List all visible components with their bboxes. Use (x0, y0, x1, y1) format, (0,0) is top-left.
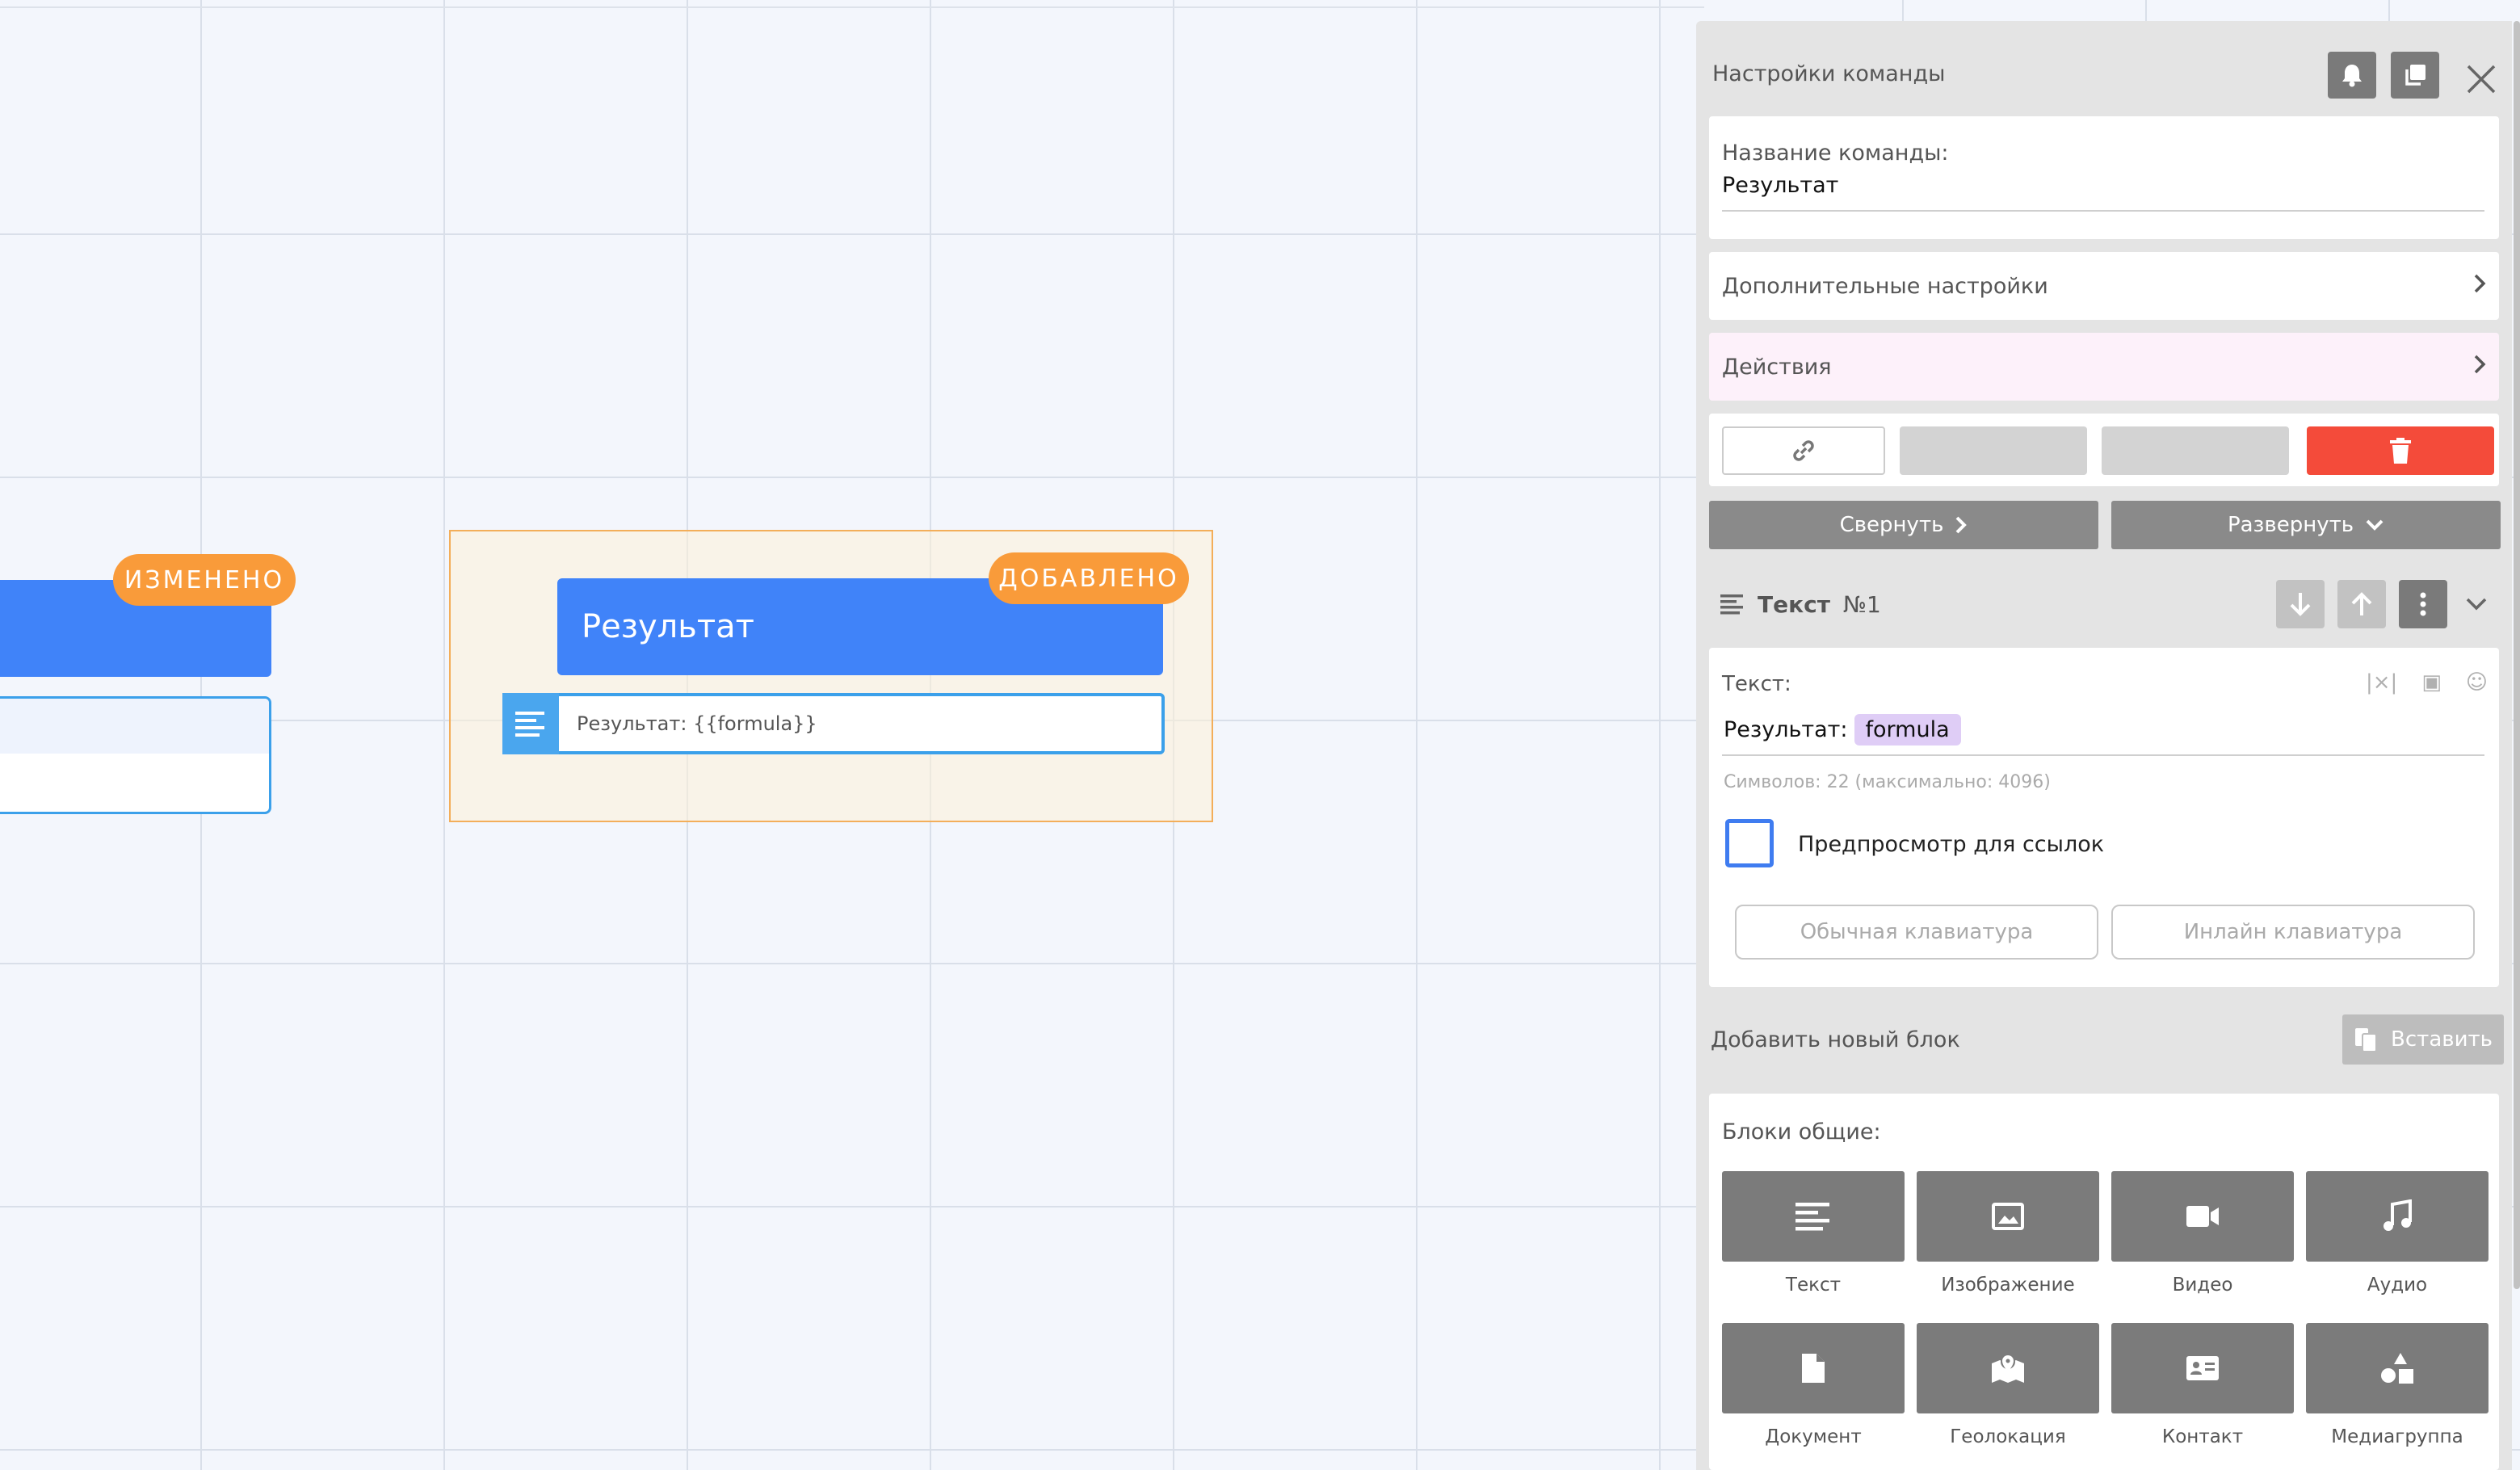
link-icon (1793, 440, 1814, 461)
move-up-button[interactable] (2337, 580, 2386, 628)
block-tile-mediagroup[interactable]: Медиагруппа (2306, 1323, 2488, 1447)
input-underline (1722, 210, 2484, 212)
contact-icon (2111, 1323, 2294, 1413)
chevron-down-icon (2366, 519, 2384, 531)
collapse-button[interactable]: Свернуть (1709, 501, 2098, 549)
emoji-icon[interactable]: ☺ (2466, 670, 2488, 695)
text-input[interactable]: Результат: formula (1724, 714, 1961, 746)
block-tile-location[interactable]: Геолокация (1917, 1323, 2099, 1447)
chevron-down-icon (2466, 598, 2487, 611)
canvas-top-border (0, 6, 1704, 8)
close-panel-button[interactable] (2459, 57, 2504, 102)
variable-icon[interactable]: |×| (2366, 670, 2397, 695)
block-tile-text[interactable]: Текст (1722, 1171, 1905, 1296)
normal-keyboard-button[interactable]: Обычная клавиатура (1735, 905, 2098, 960)
added-badge: ДОБАВЛЕНО (989, 552, 1189, 604)
link-button[interactable] (1722, 426, 1885, 475)
copy-button[interactable] (2391, 52, 2439, 99)
block-type-label: Текст (1758, 590, 1830, 618)
block-tile-label: Изображение (1941, 1275, 2075, 1296)
extra-settings-row[interactable]: Дополнительные настройки (1709, 252, 2499, 320)
common-blocks-card: Блоки общие: Текст Изображение Видео Ауд… (1709, 1094, 2499, 1470)
chevron-right-icon (2473, 272, 2486, 300)
image-icon (1917, 1171, 2099, 1262)
map-icon (1917, 1323, 2099, 1413)
chevron-right-icon (2473, 353, 2486, 381)
arrow-up-icon (2351, 592, 2372, 615)
common-blocks-label: Блоки общие: (1722, 1119, 1881, 1144)
expand-label: Развернуть (2227, 513, 2354, 537)
chevron-right-icon (1956, 516, 1968, 534)
added-node-text: Результат: {{formula}} (559, 693, 1165, 754)
paste-button[interactable]: Вставить (2342, 1014, 2504, 1065)
expand-button[interactable]: Развернуть (2111, 501, 2501, 549)
arrow-down-icon (2290, 593, 2311, 616)
inline-keyboard-button[interactable]: Инлайн клавиатура (2111, 905, 2475, 960)
block-tile-contact[interactable]: Контакт (2111, 1323, 2294, 1447)
text-block-card: Текст: |×| ▣ ☺ Результат: formula Символ… (1709, 648, 2499, 987)
block-tile-audio[interactable]: Аудио (2306, 1171, 2488, 1296)
block-tile-label: Документ (1765, 1426, 1862, 1447)
move-down-button[interactable] (2276, 580, 2325, 628)
link-preview-checkbox[interactable] (1725, 819, 1774, 867)
panel-title: Настройки команды (1712, 61, 1946, 86)
block-menu-button[interactable] (2399, 580, 2447, 628)
block-tile-label: Видео (2172, 1275, 2233, 1296)
text-icon (1722, 1171, 1905, 1262)
command-name-label: Название команды: (1722, 141, 1949, 166)
block-tile-label: Аудио (2367, 1275, 2428, 1296)
panel-scrollbar[interactable] (2514, 21, 2520, 1289)
close-icon (2467, 65, 2496, 94)
block-tile-label: Текст (1785, 1275, 1842, 1296)
text-toolbar: |×| ▣ ☺ (2366, 670, 2488, 695)
block-tile-document[interactable]: Документ (1722, 1323, 1905, 1447)
block-tile-label: Медиагруппа (2331, 1426, 2463, 1447)
left-node-row[interactable] (0, 699, 269, 754)
tool-button-blank-2[interactable] (2102, 426, 2289, 475)
text-icon (1720, 594, 1743, 615)
extra-settings-label: Дополнительные настройки (1722, 273, 2048, 299)
changed-badge: ИЗМЕНЕНО (113, 554, 296, 606)
delete-button[interactable] (2307, 426, 2494, 475)
collapse-label: Свернуть (1839, 513, 1944, 537)
text-icon (502, 693, 559, 754)
block-number: №1 (1842, 590, 1881, 618)
shapes-icon (2306, 1323, 2488, 1413)
copy-icon (2405, 65, 2426, 86)
text-prefix: Результат: (1724, 717, 1848, 742)
block-tile-label: Геолокация (1950, 1426, 2066, 1447)
text-field-label: Текст: (1722, 672, 1791, 696)
block-tile-video[interactable]: Видео (2111, 1171, 2294, 1296)
block-collapse-button[interactable] (2452, 580, 2501, 628)
command-name-input[interactable]: Результат (1722, 173, 1838, 198)
block-tile-image[interactable]: Изображение (1917, 1171, 2099, 1296)
more-vertical-icon (2420, 592, 2426, 616)
command-name-card: Название команды: Результат (1709, 116, 2499, 239)
text-block-header: Текст №1 (1720, 580, 1881, 628)
notification-button[interactable] (2328, 52, 2376, 99)
gallery-icon[interactable]: ▣ (2421, 670, 2442, 695)
actions-row[interactable]: Действия (1709, 333, 2499, 401)
document-icon (1722, 1323, 1905, 1413)
added-node-text-row[interactable]: Результат: {{formula}} (502, 693, 1165, 754)
block-tile-label: Контакт (2161, 1426, 2244, 1447)
bell-icon (2342, 65, 2362, 87)
add-block-label: Добавить новый блок (1711, 1027, 1960, 1052)
left-node-body[interactable] (0, 696, 271, 814)
trash-icon (2390, 438, 2411, 464)
char-counter: Символов: 22 (максимально: 4096) (1724, 772, 2051, 792)
video-icon (2111, 1171, 2294, 1262)
input-underline (1722, 754, 2484, 756)
link-preview-label: Предпросмотр для ссылок (1798, 832, 2105, 857)
paste-icon (2355, 1028, 2378, 1052)
added-node-title: Результат (582, 608, 754, 645)
tool-button-blank-1[interactable] (1900, 426, 2087, 475)
paste-label: Вставить (2391, 1027, 2493, 1052)
actions-label: Действия (1722, 354, 1832, 380)
music-icon (2306, 1171, 2488, 1262)
variable-chip[interactable]: formula (1854, 714, 1961, 746)
tools-bar (1709, 414, 2499, 486)
